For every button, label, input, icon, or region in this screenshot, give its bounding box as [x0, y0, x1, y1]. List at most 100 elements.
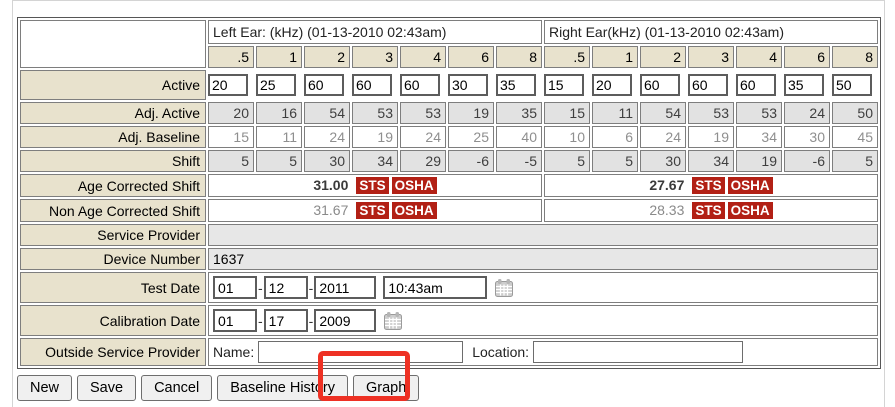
adj-active-cell: 20	[208, 102, 254, 124]
date-separator: -	[258, 280, 263, 296]
shift-cell: 5	[208, 150, 254, 172]
new-button[interactable]: New	[17, 375, 72, 401]
active-row: Active	[20, 70, 878, 100]
adj-baseline-cell: 45	[832, 126, 878, 148]
freq-header-cell: 2	[640, 46, 686, 68]
adj-baseline-cell: 40	[496, 126, 542, 148]
active-input[interactable]	[256, 74, 296, 96]
osp-location-label: Location:	[472, 344, 529, 360]
freq-header-cell: 4	[400, 46, 446, 68]
adj-active-cell: 50	[832, 102, 878, 124]
osp-name-label: Name:	[213, 344, 254, 360]
calibration-date-day-input[interactable]	[264, 309, 308, 332]
freq-header-cell: .5	[544, 46, 590, 68]
active-input[interactable]	[496, 74, 536, 96]
adj-baseline-cell: 30	[784, 126, 830, 148]
sts-badge: STS	[692, 177, 724, 194]
save-button[interactable]: Save	[77, 375, 136, 401]
shift-row-label: Shift	[20, 150, 206, 172]
adj-active-row-label: Adj. Active	[20, 102, 206, 124]
shift-row: Shift 5 5 30 34 29 -6 -5 5 5 30 34 19 -6…	[20, 150, 878, 172]
calibration-date-year-input[interactable]	[314, 309, 376, 332]
freq-header-cell: 1	[592, 46, 638, 68]
right-ear-header: Right Ear(kHz) (01-13-2010 02:43am)	[544, 20, 878, 44]
freq-header-cell: .5	[208, 46, 254, 68]
adj-baseline-cell: 10	[544, 126, 590, 148]
adj-active-cell: 15	[544, 102, 590, 124]
test-time-input[interactable]	[383, 276, 487, 299]
right-age-corrected-shift-value: 27.67	[649, 177, 684, 193]
active-input[interactable]	[544, 74, 584, 96]
adj-active-cell: 54	[304, 102, 350, 124]
adj-active-cell: 24	[784, 102, 830, 124]
adj-baseline-cell: 25	[448, 126, 494, 148]
adj-baseline-row-label: Adj. Baseline	[20, 126, 206, 148]
adj-active-cell: 53	[400, 102, 446, 124]
calibration-date-label: Calibration Date	[20, 305, 206, 336]
osha-badge: OSHA	[728, 202, 773, 219]
adj-baseline-cell: 24	[640, 126, 686, 148]
adj-active-cell: 35	[496, 102, 542, 124]
outside-service-provider-row: Outside Service Provider Name: Location:	[20, 338, 878, 366]
active-input[interactable]	[352, 74, 392, 96]
osha-badge: OSHA	[392, 177, 437, 194]
active-input[interactable]	[688, 74, 728, 96]
content-frame: Left Ear: (kHz) (01-13-2010 02:43am) Rig…	[12, 0, 885, 407]
freq-header-cell: 3	[688, 46, 734, 68]
active-input[interactable]	[640, 74, 680, 96]
device-number-label: Device Number	[20, 248, 206, 270]
freq-header-cell: 6	[448, 46, 494, 68]
freq-header-cell: 8	[832, 46, 878, 68]
service-provider-row: Service Provider	[20, 224, 878, 246]
active-input[interactable]	[784, 74, 824, 96]
graph-button[interactable]: Graph	[353, 375, 419, 401]
left-non-age-corrected-shift-cell: 31.67STSOSHA	[208, 199, 542, 222]
right-non-age-corrected-shift-value: 28.33	[649, 202, 684, 218]
date-separator: -	[309, 313, 314, 329]
active-input[interactable]	[832, 74, 872, 96]
adj-active-cell: 11	[592, 102, 638, 124]
active-input[interactable]	[304, 74, 344, 96]
adj-baseline-cell: 34	[736, 126, 782, 148]
button-toolbar: NewSaveCancelBaseline HistoryGraph	[17, 375, 884, 401]
active-input[interactable]	[592, 74, 632, 96]
shift-cell: 34	[688, 150, 734, 172]
test-date-year-input[interactable]	[314, 276, 376, 299]
shift-cell: 5	[832, 150, 878, 172]
freq-header-cell: 6	[784, 46, 830, 68]
active-input[interactable]	[208, 74, 248, 96]
test-date-row: Test Date --	[20, 272, 878, 303]
baseline-history-button[interactable]: Baseline History	[217, 375, 348, 401]
cancel-button[interactable]: Cancel	[141, 375, 212, 401]
audiogram-table: Left Ear: (kHz) (01-13-2010 02:43am) Rig…	[17, 17, 881, 369]
corner-cell	[20, 20, 206, 68]
freq-header-cell: 3	[352, 46, 398, 68]
shift-cell: 5	[256, 150, 302, 172]
shift-cell: -6	[448, 150, 494, 172]
shift-cell: 34	[352, 150, 398, 172]
adj-baseline-cell: 11	[256, 126, 302, 148]
calendar-icon[interactable]	[494, 278, 514, 298]
outside-service-provider-label: Outside Service Provider	[20, 338, 206, 366]
left-age-corrected-shift-value: 31.00	[313, 177, 348, 193]
freq-header-cell: 2	[304, 46, 350, 68]
osp-location-input[interactable]	[533, 341, 743, 363]
shift-cell: 29	[400, 150, 446, 172]
adj-baseline-row: Adj. Baseline 15 11 24 19 24 25 40 10 6 …	[20, 126, 878, 148]
test-date-day-input[interactable]	[264, 276, 308, 299]
shift-cell: 5	[544, 150, 590, 172]
service-provider-value	[208, 224, 878, 246]
test-date-month-input[interactable]	[213, 276, 257, 299]
left-ear-header: Left Ear: (kHz) (01-13-2010 02:43am)	[208, 20, 542, 44]
active-input[interactable]	[448, 74, 488, 96]
shift-cell: -6	[784, 150, 830, 172]
adj-active-cell: 16	[256, 102, 302, 124]
shift-cell: 30	[304, 150, 350, 172]
adj-baseline-cell: 6	[592, 126, 638, 148]
active-input[interactable]	[400, 74, 440, 96]
calendar-icon[interactable]	[383, 311, 403, 331]
active-input[interactable]	[736, 74, 776, 96]
calibration-date-month-input[interactable]	[213, 309, 257, 332]
osp-name-input[interactable]	[258, 341, 463, 363]
adj-active-cell: 53	[736, 102, 782, 124]
